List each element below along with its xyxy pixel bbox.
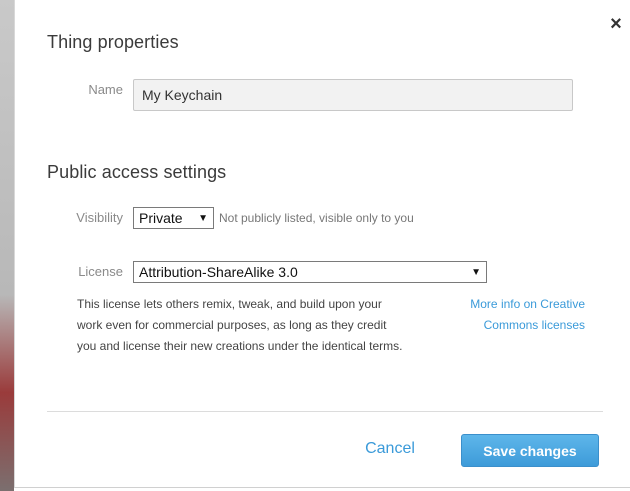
background-page-edge [0, 0, 14, 491]
license-label: License [78, 264, 123, 279]
license-selected-value: Attribution-ShareAlike 3.0 [139, 264, 298, 280]
dialog-title: Thing properties [47, 32, 179, 52]
license-description: This license lets others remix, tweak, a… [77, 297, 403, 353]
footer-divider [47, 411, 603, 412]
chevron-down-icon: ▼ [198, 212, 208, 224]
save-changes-button[interactable]: Save changes [461, 434, 599, 467]
chevron-down-icon: ▼ [471, 266, 481, 278]
visibility-select[interactable]: Private ▼ [133, 207, 214, 229]
more-info-link[interactable]: More info on Creative Commons licenses [435, 294, 585, 336]
name-label: Name [88, 82, 123, 97]
save-button-label: Save changes [483, 442, 577, 459]
public-access-title: Public access settings [47, 162, 227, 182]
visibility-selected-value: Private [139, 210, 183, 226]
close-icon[interactable]: × [607, 14, 625, 34]
cancel-button[interactable]: Cancel [355, 440, 425, 458]
thing-properties-dialog: × Thing properties Name Public access se… [14, 0, 630, 488]
license-select[interactable]: Attribution-ShareAlike 3.0 ▼ [133, 261, 487, 283]
name-input[interactable] [133, 79, 573, 111]
visibility-hint: Not publicly listed, visible only to you [219, 211, 414, 225]
visibility-label: Visibility [76, 210, 123, 225]
